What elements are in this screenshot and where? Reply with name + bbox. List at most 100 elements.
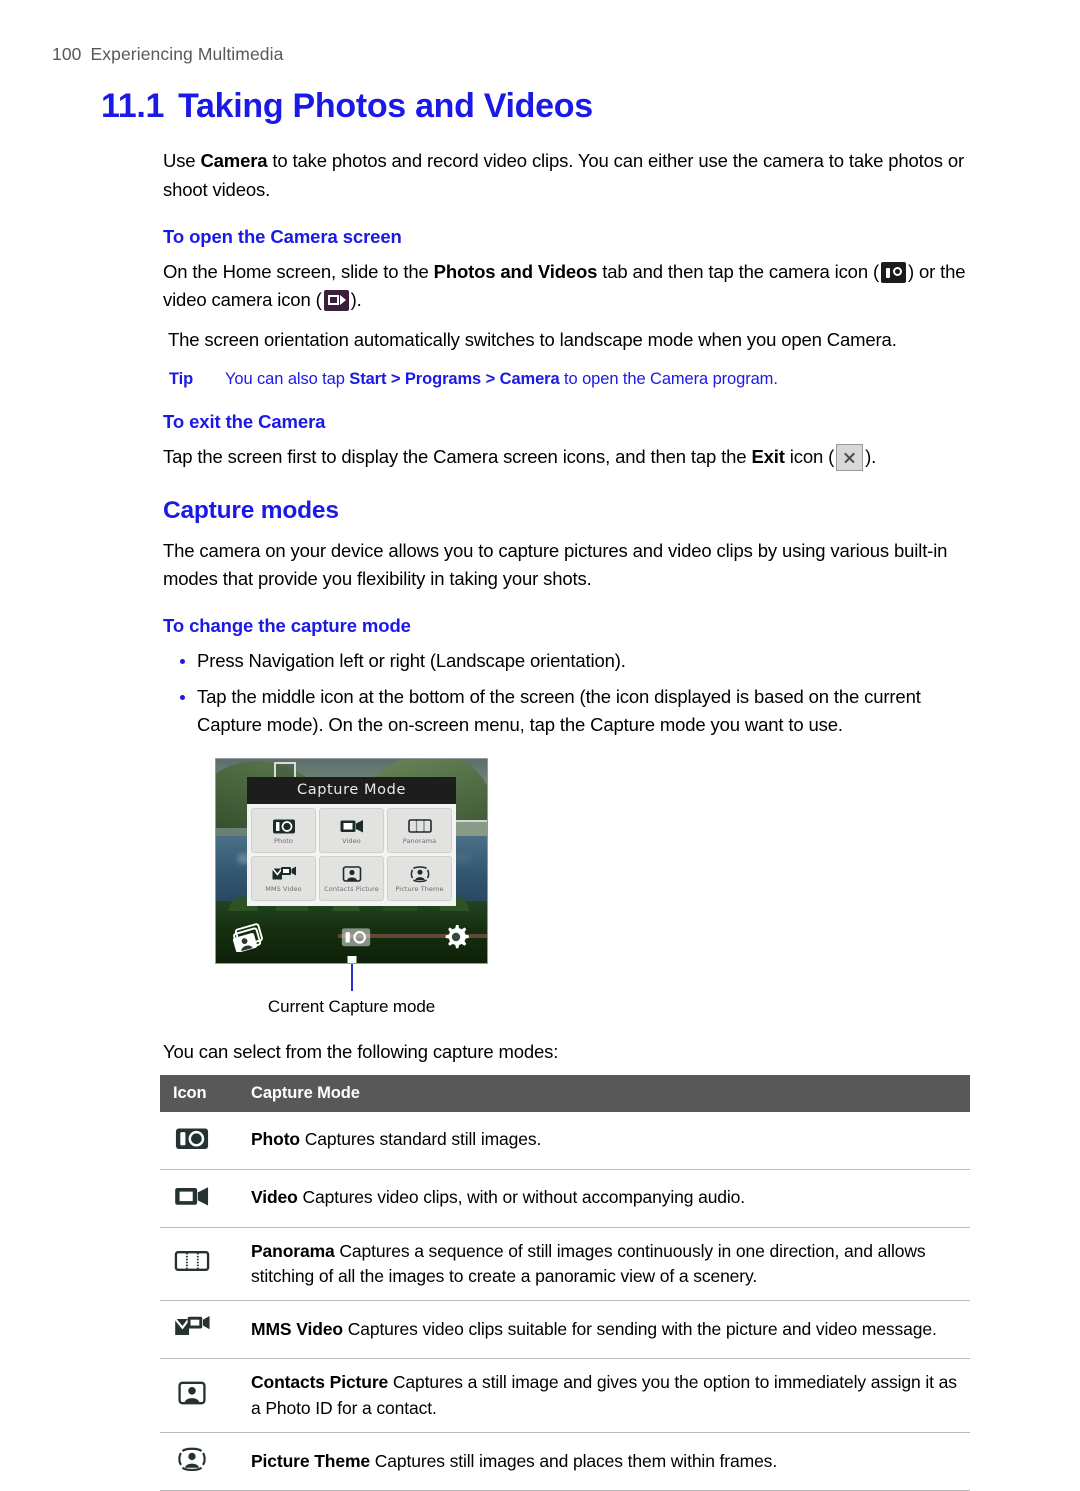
device-screenshot: Capture Mode Photo Video Panorama MMS Vi… [215,757,488,964]
heading-capture-modes: Capture modes [163,497,339,525]
list-item: Press Navigation left or right (Landscap… [163,647,973,675]
row-description: Video Captures video clips, with or with… [251,1169,970,1228]
page-number: 100 [52,44,82,64]
table-row: MMS Video Captures video clips suitable … [160,1300,970,1360]
heading-open-camera: To open the Camera screen [163,225,402,247]
panorama-icon [407,818,432,833]
row-description: Panorama Captures a sequence of still im… [251,1227,970,1302]
table-row: Picture Theme Captures still images and … [160,1432,970,1491]
tip-part-2: to open the Camera program. [559,369,778,388]
menu-item-label: Panorama [402,836,437,845]
row-description: MMS Video Captures video clips suitable … [251,1300,970,1360]
change-mode-bullets: Press Navigation left or right (Landscap… [163,647,973,739]
photo-icon [175,1128,209,1149]
section-title-text: Taking Photos and Videos [178,87,593,125]
menu-item-label: Video [342,836,361,845]
tip-part-1: You can also tap [225,369,350,388]
row-description: Photo Captures standard still images. [251,1111,970,1170]
video-camera-icon [323,289,349,311]
video-icon [175,1186,209,1206]
camera-icon[interactable] [340,924,372,950]
step-part-2: tab and then tap the camera icon ( [597,260,879,282]
menu-item-label: MMS Video [265,884,302,893]
intro-suffix: to take photos and record video clips. Y… [163,150,965,200]
video-icon [340,819,363,833]
row-icon-cell [160,1111,251,1170]
capture-mode-menu-title: Capture Mode [247,776,456,804]
album-icon[interactable] [232,922,270,952]
picture-theme-icon [178,1447,206,1472]
table-header-row: Icon Capture Mode [160,1074,970,1112]
mode-description: Captures standard still images. [299,1129,542,1150]
table-row: Photo Captures standard still images. [160,1111,970,1170]
intro-prefix: Use [163,150,201,172]
intro-bold: Camera [200,150,268,172]
capture-modes-intro: The camera on your device allows you to … [163,540,948,590]
heading-exit-camera: To exit the Camera [163,410,326,432]
mms-video-icon [271,866,296,880]
mode-description: Captures video clips, with or without ac… [297,1187,746,1208]
step-part-4: ). [350,288,362,310]
mode-description: Captures video clips suitable for sendin… [342,1319,937,1340]
row-icon-cell [160,1358,251,1434]
tip-block: Tip You can also tap Start > Programs > … [169,370,973,389]
document-page: 100 Experiencing Multimedia 11.1 Taking Ph… [0,0,1080,1491]
table-row: Panorama Captures a sequence of still im… [160,1227,970,1302]
contacts-picture-icon [178,1381,206,1405]
menu-item-label: Contacts Picture [324,884,379,893]
row-description: Picture Theme Captures still images and … [251,1432,970,1491]
mode-name: Panorama [251,1240,335,1261]
menu-item-video[interactable]: Video [319,807,384,853]
mode-name: Video [251,1187,298,1208]
figure-caption: Current Capture mode [267,996,436,1016]
callout-leader-line [350,963,353,991]
mode-description: Captures still images and places them wi… [370,1450,778,1471]
mode-name: Photo [251,1129,300,1150]
gear-icon[interactable] [441,922,471,952]
menu-item-photo[interactable]: Photo [251,807,316,853]
table-body: Photo Captures standard still images. Vi… [160,1111,970,1491]
tip-body: You can also tap Start > Programs > Came… [225,370,778,389]
photo-icon [272,819,295,834]
table-row: Video Captures video clips, with or with… [160,1169,970,1228]
menu-item-label: Photo [273,836,294,845]
mode-name: MMS Video [251,1319,343,1340]
capture-mode-figure: Capture Mode Photo Video Panorama MMS Vi… [215,757,488,1017]
row-icon-cell [160,1300,251,1360]
contacts-picture-icon [342,865,361,882]
menu-item-panorama[interactable]: Panorama [387,807,452,853]
menu-item-mms-video[interactable]: MMS Video [251,855,316,901]
running-header: 100 Experiencing Multimedia [52,44,283,65]
row-icon-cell [160,1227,251,1302]
step-part-1: On the Home screen, slide to the [163,260,434,282]
heading-change-capture-mode: To change the capture mode [163,615,411,637]
device-toolbar [216,917,487,957]
mode-name: Contacts Picture [251,1372,389,1393]
main-content: 11.1 Taking Photos and Videos Use Camera … [101,87,973,1491]
capture-modes-table: Icon Capture Mode Photo Captures standar… [160,1074,970,1491]
exit-part-1: Tap the screen first to display the Came… [163,445,752,467]
step-bold: Photos and Videos [433,260,598,282]
row-icon-cell [160,1432,251,1491]
mode-description: Captures a sequence of still images cont… [251,1240,926,1286]
capture-mode-menu-grid: Photo Video Panorama MMS Video Contacts … [247,803,456,906]
table-lead-in: You can select from the following captur… [163,1040,559,1062]
row-description: Contacts Picture Captures a still image … [251,1358,970,1434]
picture-theme-icon [410,865,429,882]
menu-item-contacts-picture[interactable]: Contacts Picture [319,855,384,901]
panorama-icon [174,1251,210,1272]
section-number: 11.1 [101,87,165,125]
landscape-note: The screen orientation automatically swi… [168,328,897,350]
menu-item-picture-theme[interactable]: Picture Theme [387,855,452,901]
tip-label: Tip [169,369,194,388]
capture-mode-menu: Capture Mode Photo Video Panorama MMS Vi… [247,776,456,906]
open-camera-step: On the Home screen, slide to the Photos … [163,258,973,314]
section-intro: Use Camera to take photos and record vid… [163,147,973,203]
mms-video-icon [174,1316,210,1336]
exit-icon [836,443,864,471]
camera-icon [880,261,906,283]
exit-part-3: ). [865,445,877,467]
exit-camera-step: Tap the screen first to display the Came… [163,443,973,471]
column-header-icon: Icon [160,1074,251,1112]
table-row: Contacts Picture Captures a still image … [160,1358,970,1434]
